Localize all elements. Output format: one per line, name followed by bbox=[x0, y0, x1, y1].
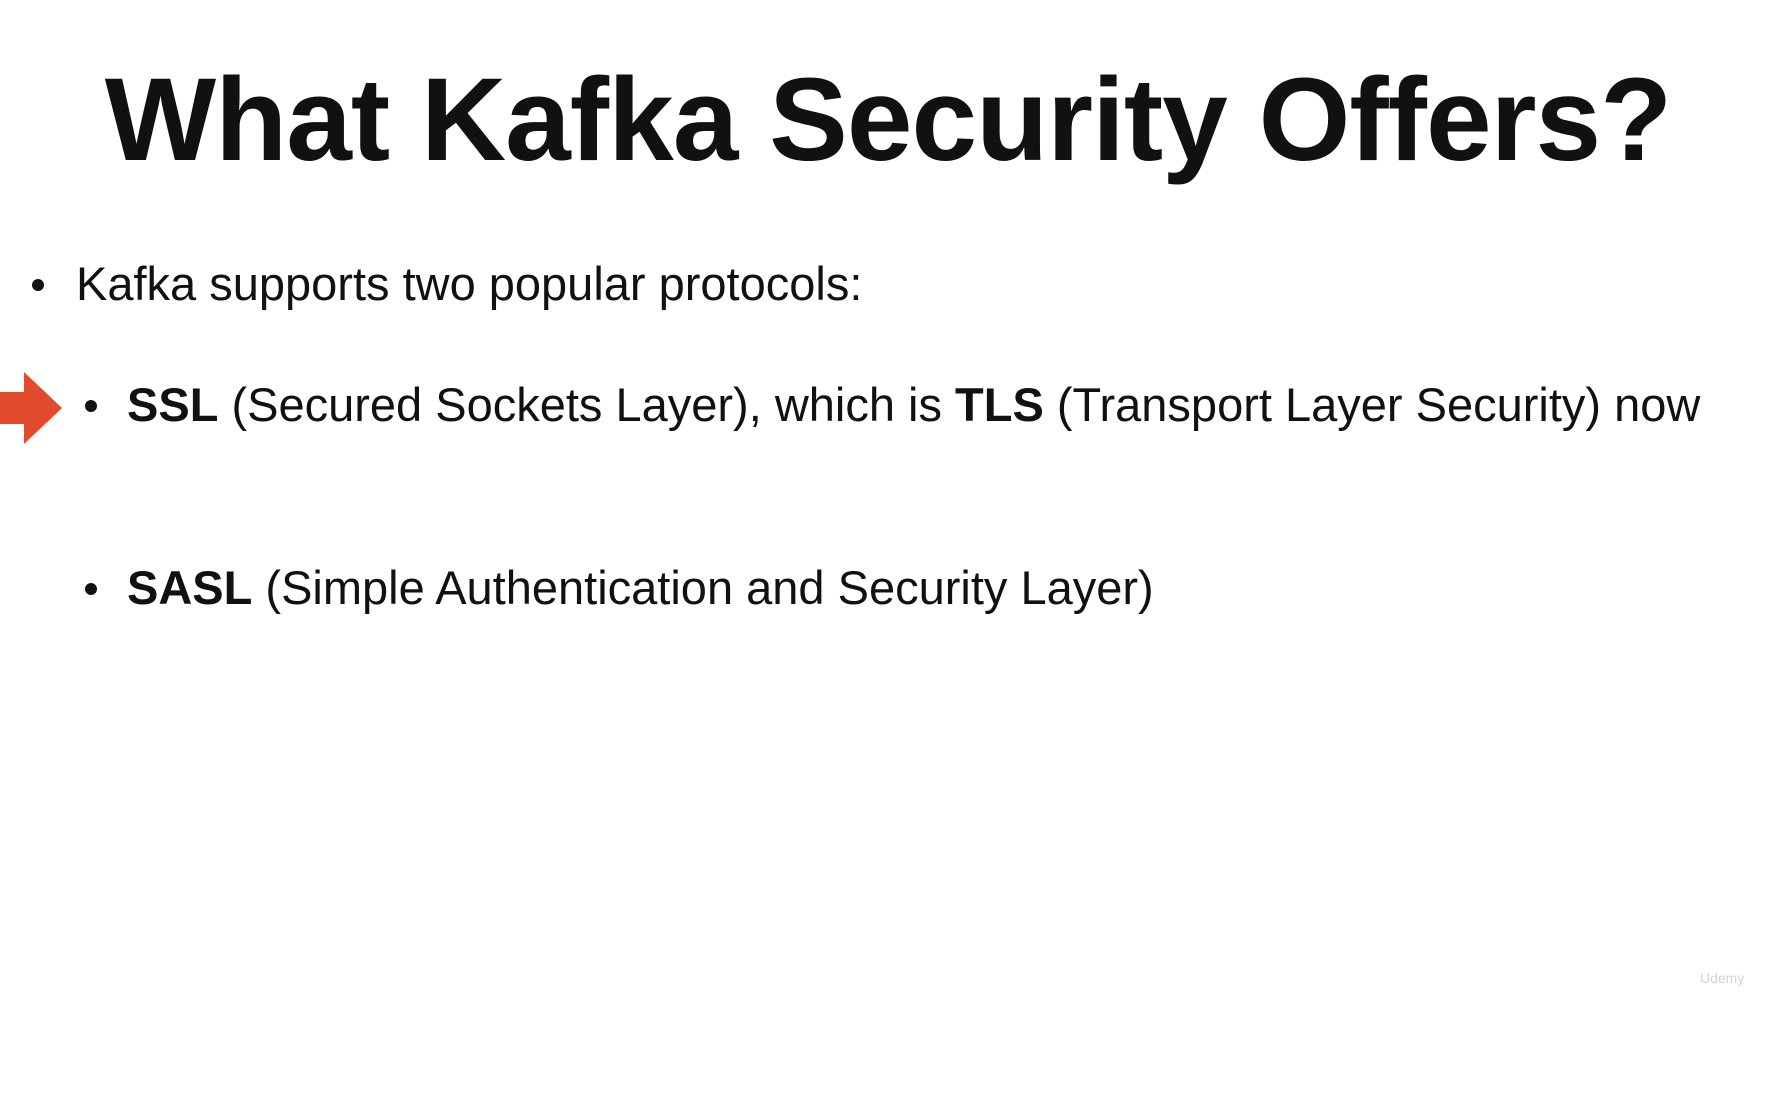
slide-title: What Kafka Security Offers? bbox=[104, 54, 1672, 186]
ssl-description: (Secured Sockets Layer), which is bbox=[218, 378, 956, 431]
sasl-description: (Simple Authentication and Security Laye… bbox=[252, 561, 1154, 614]
term-sasl: SASL bbox=[127, 561, 253, 614]
bullet-dot bbox=[85, 400, 97, 412]
bullet-dot bbox=[32, 279, 44, 291]
bullet-item-ssl: SSL (Secured Sockets Layer), which is TL… bbox=[85, 374, 1727, 436]
bullet-item-sasl: SASL (Simple Authentication and Security… bbox=[85, 557, 1154, 619]
term-ssl: SSL bbox=[127, 378, 219, 431]
udemy-watermark: Udemy bbox=[1700, 970, 1745, 986]
bullet-dot bbox=[85, 583, 97, 595]
slide: What Kafka Security Offers? Kafka suppor… bbox=[0, 0, 1776, 1112]
bullet-text: Kafka supports two popular protocols: bbox=[76, 257, 863, 310]
right-arrow-icon bbox=[0, 372, 62, 444]
bullet-item-protocols: Kafka supports two popular protocols: bbox=[32, 253, 863, 315]
tls-description: (Transport Layer Security) now bbox=[1043, 378, 1701, 431]
term-tls: TLS bbox=[955, 378, 1044, 431]
